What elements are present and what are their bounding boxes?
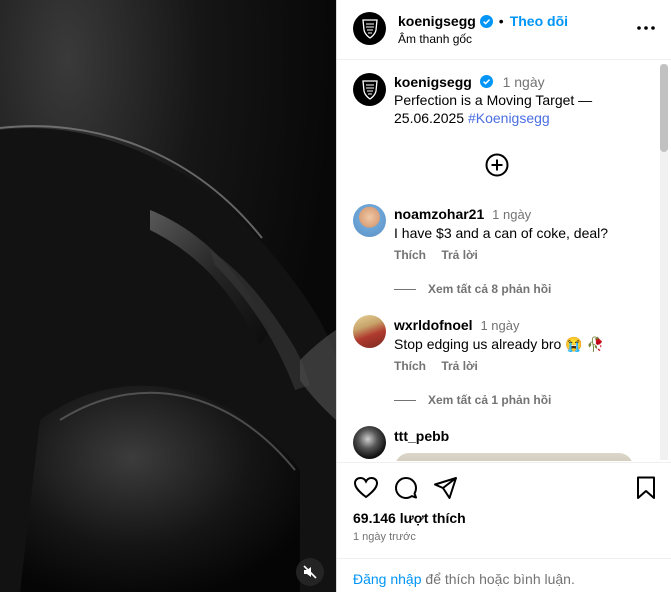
comment-icon[interactable] bbox=[393, 475, 419, 501]
view-replies-button[interactable]: Xem tất cả 8 phản hồi bbox=[394, 282, 551, 296]
comment-text: Stop edging us already bro 😭 🥀 bbox=[394, 336, 604, 352]
login-prompt-text: để thích hoặc bình luận. bbox=[421, 571, 575, 587]
view-replies-label: Xem tất cả 8 phản hồi bbox=[428, 282, 552, 296]
audio-label[interactable]: Âm thanh gốc bbox=[398, 32, 472, 46]
post-actions: 69.146 lượt thích 1 ngày trước Đăng nhập… bbox=[337, 462, 671, 592]
verified-icon bbox=[479, 75, 493, 88]
scrollbar-thumb[interactable] bbox=[660, 64, 668, 152]
koenigsegg-logo-icon bbox=[361, 79, 378, 100]
login-prompt: Đăng nhập để thích hoặc bình luận. bbox=[337, 558, 671, 592]
like-comment-button[interactable]: Thích bbox=[394, 248, 426, 262]
commenter-avatar[interactable] bbox=[353, 426, 386, 459]
add-comment-icon[interactable] bbox=[485, 153, 509, 177]
like-count[interactable]: 69.146 lượt thích bbox=[353, 510, 466, 526]
comment-username[interactable]: wxrldofnoel bbox=[394, 317, 473, 333]
commenter-avatar[interactable] bbox=[353, 204, 386, 237]
car-silhouette-image bbox=[0, 125, 336, 592]
comment-username[interactable]: noamzohar21 bbox=[394, 206, 484, 222]
verified-icon bbox=[479, 14, 493, 28]
caption-body: koenigsegg 1 ngày Perfection is a Moving… bbox=[394, 73, 644, 127]
separator-dot: • bbox=[498, 13, 504, 29]
view-replies-button[interactable]: Xem tất cả 1 phản hồi bbox=[394, 393, 551, 407]
caption-time[interactable]: 1 ngày bbox=[503, 74, 545, 90]
profile-avatar[interactable] bbox=[353, 12, 386, 45]
comment-username[interactable]: ttt_pebb bbox=[394, 428, 449, 444]
divider bbox=[394, 399, 416, 401]
mute-icon bbox=[303, 565, 317, 579]
post-date[interactable]: 1 ngày trước bbox=[353, 531, 416, 543]
header-user-line: koenigsegg • Theo dõi bbox=[398, 13, 568, 29]
koenigsegg-logo-icon bbox=[361, 18, 378, 39]
login-link[interactable]: Đăng nhập bbox=[353, 571, 422, 587]
bookmark-icon[interactable] bbox=[633, 475, 659, 501]
post-media[interactable] bbox=[0, 0, 336, 592]
caption-avatar[interactable] bbox=[353, 73, 386, 106]
mute-button[interactable] bbox=[296, 558, 324, 586]
comment-body: noamzohar21 1 ngày I have $3 and a can o… bbox=[394, 205, 644, 242]
comment-actions: Thích Trả lời bbox=[394, 248, 490, 262]
comment-actions: Thích Trả lời bbox=[394, 359, 490, 373]
comment-body: wxrldofnoel 1 ngày Stop edging us alread… bbox=[394, 316, 644, 353]
comment-text: I have $3 and a can of coke, deal? bbox=[394, 225, 609, 241]
commenter-avatar[interactable] bbox=[353, 315, 386, 348]
view-replies-label: Xem tất cả 1 phản hồi bbox=[428, 393, 552, 407]
comment-time[interactable]: 1 ngày bbox=[480, 318, 519, 333]
more-options-button[interactable] bbox=[636, 20, 656, 36]
divider bbox=[394, 288, 416, 290]
post-panel: koenigsegg • Theo dõi Âm thanh gốc koeni… bbox=[336, 0, 671, 592]
reply-button[interactable]: Trả lời bbox=[441, 359, 478, 373]
comment-time[interactable]: 1 ngày bbox=[492, 207, 531, 222]
like-comment-button[interactable]: Thích bbox=[394, 359, 426, 373]
caption-hashtag[interactable]: #Koenigsegg bbox=[468, 110, 550, 126]
follow-button[interactable]: Theo dõi bbox=[510, 13, 568, 29]
share-icon[interactable] bbox=[433, 475, 459, 501]
header-username[interactable]: koenigsegg bbox=[398, 13, 476, 29]
post-header: koenigsegg • Theo dõi Âm thanh gốc bbox=[337, 0, 671, 60]
heart-icon[interactable] bbox=[353, 475, 379, 501]
more-icon bbox=[637, 26, 655, 30]
comments-scroll-area[interactable]: koenigsegg 1 ngày Perfection is a Moving… bbox=[337, 61, 671, 461]
comment-media-preview[interactable] bbox=[395, 453, 633, 461]
comment-body: ttt_pebb bbox=[394, 427, 644, 445]
caption-username[interactable]: koenigsegg bbox=[394, 74, 472, 90]
reply-button[interactable]: Trả lời bbox=[441, 248, 478, 262]
